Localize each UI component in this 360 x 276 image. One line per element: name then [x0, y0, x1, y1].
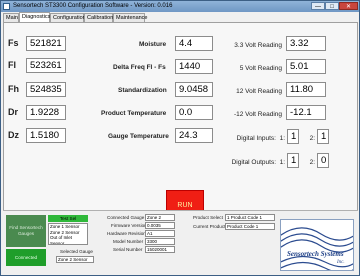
sensortech-logo: Sensortech Systems Inc.: [280, 219, 354, 271]
tab-configuration[interactable]: Configuration: [50, 13, 86, 22]
digital-outputs-label: Digital Outputs:: [231, 159, 276, 166]
volt-neg12v-value: -12.1: [286, 105, 326, 120]
metric-value-fh: 524835: [26, 82, 66, 97]
metric-value-dr: 1.9228: [26, 105, 66, 120]
close-button[interactable]: ✕: [339, 2, 358, 10]
volt-12v-value: 11.80: [286, 82, 326, 97]
volt-neg12v-label: -12 Volt Reading: [233, 111, 282, 118]
moisture-value: 4.4: [175, 36, 213, 51]
delta-freq-value: 1440: [175, 59, 213, 74]
connected-gauge-label: Connected Gauge: [107, 215, 145, 220]
metric-value-dz: 1.5180: [26, 128, 66, 143]
volt-3v3-value: 3.32: [286, 36, 326, 51]
digital-output-1-label: 1:: [279, 159, 285, 166]
product-select-label: Product Select: [193, 215, 223, 220]
digital-output-1-value: 1: [287, 153, 299, 168]
moisture-label: Moisture: [139, 41, 167, 48]
digital-output-2-label: 2:: [309, 159, 315, 166]
test-sel-button[interactable]: Test Sel: [48, 215, 88, 222]
model-number-label: Model Number: [113, 239, 144, 244]
minimize-button[interactable]: —: [311, 2, 325, 10]
selected-gauge-label: Selected Gauge: [60, 249, 93, 254]
volt-3v3-label: 3.3 Volt Reading: [234, 42, 282, 49]
digital-input-1-label: 1:: [279, 135, 285, 142]
gauge-list-item[interactable]: Out of Inlet Sensor: [50, 235, 87, 244]
metric-label-fh: Fh: [8, 84, 19, 94]
tab-calibration[interactable]: Calibration: [84, 13, 113, 22]
metric-value-fl: 523261: [26, 58, 66, 73]
volt-5v-value: 5.01: [286, 59, 326, 74]
title-bar: Sensortech ST3300 Configuration Software…: [1, 1, 359, 12]
metric-label-fs: Fs: [8, 38, 19, 48]
model-number-value: 3300: [145, 238, 175, 245]
digital-input-2-label: 2:: [309, 135, 315, 142]
logo-inc-text: Inc.: [336, 260, 345, 265]
standardization-label: Standardization: [118, 87, 167, 94]
product-temperature-label: Product Temperature: [101, 110, 167, 117]
hardware-revision-value: A1: [145, 230, 175, 237]
connected-gauge-value: Zone 2 Sensor: [145, 214, 175, 221]
volt-5v-label: 5 Volt Reading: [239, 65, 282, 72]
serial-number-label: Serial Number: [113, 247, 143, 252]
maximize-button[interactable]: □: [325, 2, 339, 10]
hardware-revision-label: Hardware Revision: [107, 231, 146, 236]
current-product-label: Current Product: [193, 224, 226, 229]
digital-input-2-value: 1: [317, 129, 329, 144]
window-title: Sensortech ST3300 Configuration Software…: [13, 3, 173, 9]
standardization-value: 9.0458: [175, 82, 213, 97]
gauge-temperature-label: Gauge Temperature: [108, 133, 169, 140]
logo-text: Sensortech Systems: [287, 250, 344, 258]
connected-indicator: Connected: [6, 249, 46, 266]
serial-number-value: 15020001: [145, 246, 175, 253]
selected-gauge-value: Zone 2 Sensor: [56, 256, 94, 263]
metric-label-fl: Fl: [8, 60, 16, 70]
gauge-footer: Find Sensortech Gauges Test Sel Zone 1 S…: [3, 210, 358, 275]
digital-inputs-label: Digital Inputs:: [236, 135, 276, 142]
app-icon: [3, 3, 10, 10]
firmware-version-value: 0.0035: [145, 222, 175, 229]
tab-maintenance[interactable]: Maintenance: [113, 13, 148, 22]
metric-label-dz: Dz: [8, 130, 19, 140]
digital-input-1-value: 1: [287, 129, 299, 144]
tab-diagnostics[interactable]: Diagnostics: [19, 12, 50, 22]
product-temperature-value: 0.0: [175, 105, 213, 120]
delta-freq-label: Delta Freq Fl - Fs: [113, 64, 166, 71]
gauge-temperature-value: 24.3: [175, 128, 213, 143]
find-gauges-button[interactable]: Find Sensortech Gauges: [6, 215, 46, 247]
tab-main[interactable]: Main: [3, 13, 19, 22]
logo-waves-icon: Sensortech Systems Inc.: [281, 227, 353, 270]
app-window: Sensortech ST3300 Configuration Software…: [0, 0, 360, 276]
digital-output-2-value: 0: [317, 153, 329, 168]
gauge-list[interactable]: Zone 1 Sensor Zone 2 Sensor Out of Inlet…: [48, 223, 88, 245]
current-product-value: Product Code 1: [225, 223, 275, 230]
volt-12v-label: 12 Volt Reading: [236, 88, 282, 95]
product-select-dropdown[interactable]: 1 Product Code 1: [225, 214, 275, 221]
metric-label-dr: Dr: [8, 107, 19, 117]
metric-value-fs: 521821: [26, 36, 66, 51]
firmware-version-label: Firmware Version: [111, 223, 147, 228]
